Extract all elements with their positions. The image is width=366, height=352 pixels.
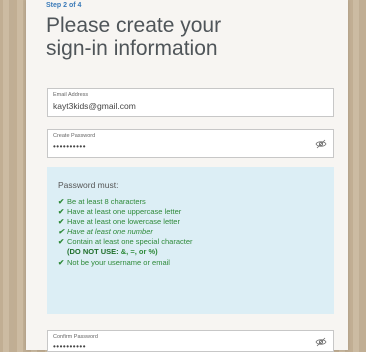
rule-lowercase: ✔ Have at least one lowercase letter bbox=[58, 217, 326, 227]
eye-slash-icon[interactable] bbox=[315, 336, 327, 348]
create-password-value[interactable]: •••••••••• bbox=[53, 142, 86, 151]
checkmark-icon: ✔ bbox=[58, 197, 65, 206]
email-field-label: Email Address bbox=[53, 92, 89, 98]
page-title-line-1: Please create your bbox=[46, 14, 222, 37]
rule-note-prefix: (DO NOT USE: bbox=[67, 247, 119, 256]
rule-text: Have at least one lowercase letter bbox=[67, 217, 180, 226]
rule-special-char-note: (DO NOT USE: &, =, or %) bbox=[67, 247, 158, 256]
confirm-password-label: Confirm Password bbox=[53, 334, 98, 340]
checkmark-icon: ✔ bbox=[58, 258, 65, 267]
eye-slash-icon[interactable] bbox=[315, 138, 327, 150]
checkmark-icon: ✔ bbox=[58, 217, 65, 226]
rule-note-chars: &, =, or %) bbox=[118, 247, 158, 256]
password-requirements-panel: Password must: ✔ Be at least 8 characters… bbox=[47, 167, 334, 314]
page-title: Please create your sign-in information bbox=[46, 14, 326, 60]
step-indicator: Step 2 of 4 bbox=[46, 2, 82, 9]
signup-form-card: Step 2 of 4 Please create your sign-in i… bbox=[26, 0, 348, 352]
rule-text: Contain at least one special character bbox=[67, 237, 193, 246]
checkmark-icon: ✔ bbox=[58, 227, 65, 236]
email-field[interactable]: Email Address kayt3kids@gmail.com bbox=[47, 88, 334, 117]
rule-min-length: ✔ Be at least 8 characters bbox=[58, 197, 326, 207]
rule-text: Have at least one uppercase letter bbox=[67, 207, 182, 216]
rule-text: Be at least 8 characters bbox=[67, 197, 146, 206]
password-requirements-title: Password must: bbox=[58, 180, 119, 190]
rule-not-username: ✔ Not be your username or email bbox=[58, 258, 326, 268]
create-password-field[interactable]: Create Password •••••••••• bbox=[47, 129, 334, 158]
checkmark-icon: ✔ bbox=[58, 237, 65, 246]
rule-uppercase: ✔ Have at least one uppercase letter bbox=[58, 207, 326, 217]
page-title-line-2: sign-in information bbox=[46, 37, 218, 60]
create-password-label: Create Password bbox=[53, 133, 96, 139]
confirm-password-field[interactable]: Confirm Password •••••••••• bbox=[47, 330, 334, 352]
rule-text: Have at least one number bbox=[67, 227, 153, 236]
rule-special-char: ✔ Contain at least one special character bbox=[58, 237, 326, 247]
rule-number: ✔ Have at least one number bbox=[58, 227, 326, 237]
email-field-value[interactable]: kayt3kids@gmail.com bbox=[53, 101, 136, 111]
checkmark-icon: ✔ bbox=[58, 207, 65, 216]
rule-text: Not be your username or email bbox=[67, 258, 170, 267]
